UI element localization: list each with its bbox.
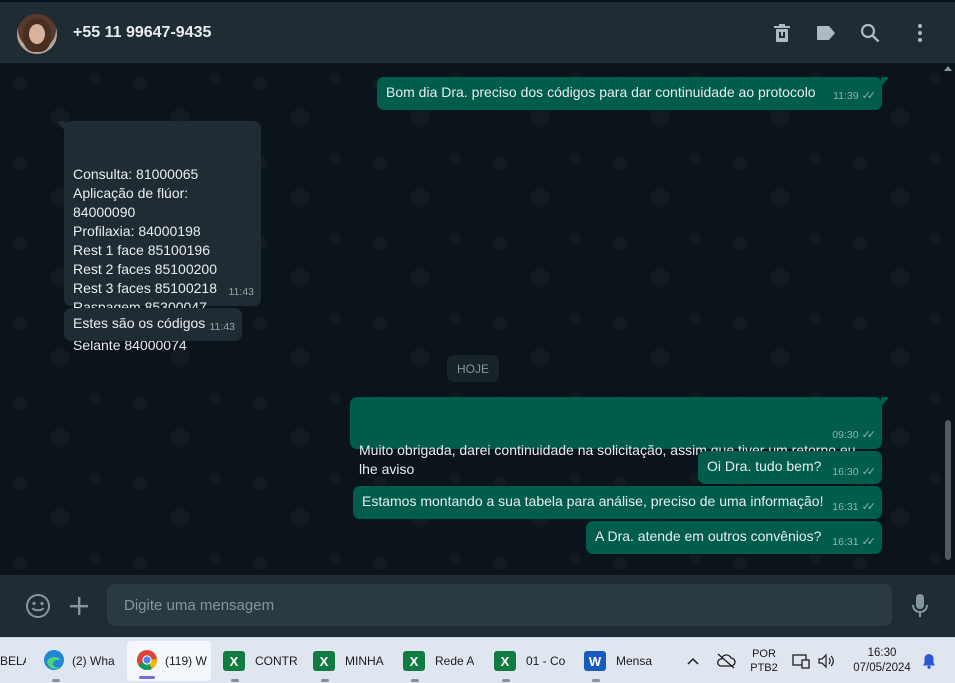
- message-text: Bom dia Dra. preciso dos códigos para da…: [386, 84, 816, 100]
- message-text: Estes são os códigos: [73, 315, 206, 331]
- attach-plus-icon[interactable]: [66, 593, 92, 619]
- read-checks-icon: ✓✓: [861, 536, 877, 548]
- day-separator: HOJE: [447, 355, 499, 382]
- language-indicator[interactable]: POR PTB2: [746, 638, 782, 683]
- taskbar-item-bela[interactable]: BELA: [0, 638, 26, 683]
- contact-name[interactable]: +55 11 99647-9435: [73, 24, 211, 42]
- word-icon: W: [584, 651, 606, 671]
- message-time: 16:30: [832, 466, 859, 478]
- read-checks-icon: ✓✓: [861, 90, 877, 102]
- message-bubble[interactable]: Oi Dra. tudo bem? 16:30 ✓✓: [698, 451, 882, 484]
- chat-header: +55 11 99647-9435: [0, 0, 955, 63]
- read-checks-icon: ✓✓: [861, 501, 877, 513]
- notification-bell-icon[interactable]: [919, 638, 939, 683]
- message-bubble[interactable]: Estamos montando a sua tabela para análi…: [353, 486, 882, 519]
- message-composer: [0, 575, 955, 637]
- message-time: 16:31: [832, 501, 859, 513]
- label-icon[interactable]: [815, 22, 837, 44]
- excel-icon: X: [313, 651, 335, 671]
- edge-icon: [42, 648, 66, 675]
- chevron-up-icon[interactable]: [683, 638, 703, 683]
- read-checks-icon: ✓✓: [861, 466, 877, 478]
- message-input[interactable]: [107, 584, 892, 626]
- message-time: 16:31: [832, 536, 859, 548]
- windows-taskbar: BELA (2) Wha (119) W X CONTR X MINHA: [0, 637, 955, 683]
- excel-icon: X: [494, 651, 516, 671]
- taskbar-item-edge[interactable]: (2) Wha: [42, 638, 118, 683]
- taskbar-item-chrome[interactable]: (119) W: [127, 641, 211, 681]
- read-checks-icon: ✓✓: [861, 429, 877, 441]
- message-time: 09:30: [832, 429, 859, 441]
- message-text: Estamos montando a sua tabela para análi…: [362, 493, 824, 509]
- message-text: A Dra. atende em outros convênios?: [595, 528, 822, 544]
- message-bubble[interactable]: Muito obrigada, darei continuidade na so…: [350, 397, 889, 477]
- chat-scrollbar[interactable]: [945, 420, 951, 560]
- taskbar-item-excel-contr[interactable]: X CONTR: [223, 638, 299, 683]
- emoji-icon[interactable]: [25, 593, 51, 619]
- cloud-offline-icon[interactable]: [714, 638, 738, 683]
- volume-icon[interactable]: [815, 638, 837, 683]
- delete-icon[interactable]: [771, 22, 793, 44]
- microphone-icon[interactable]: [907, 593, 933, 619]
- message-time: 11:39: [833, 90, 859, 102]
- contact-avatar[interactable]: [17, 14, 57, 54]
- message-time: 11:43: [209, 321, 236, 333]
- taskbar-item-excel-minha[interactable]: X MINHA: [313, 638, 389, 683]
- message-list[interactable]: Bom dia Dra. preciso dos códigos para da…: [0, 63, 955, 575]
- message-bubble[interactable]: Estes são os códigos 11:43: [64, 308, 242, 341]
- message-bubble[interactable]: A Dra. atende em outros convênios? 16:31…: [586, 521, 882, 554]
- message-bubble[interactable]: Consulta: 81000065 Aplicação de flúor: 8…: [57, 121, 261, 353]
- system-clock[interactable]: 16:30 07/05/2024: [845, 638, 919, 683]
- message-bubble[interactable]: Bom dia Dra. preciso dos códigos para da…: [377, 77, 889, 110]
- whatsapp-window: +55 11 99647-9435 Bom dia Dra. preciso d…: [0, 0, 955, 683]
- menu-icon[interactable]: [909, 22, 931, 44]
- search-icon[interactable]: [859, 22, 881, 44]
- taskbar-item-excel-01[interactable]: X 01 - Co: [494, 638, 570, 683]
- taskbar-item-word[interactable]: W Mensa: [584, 638, 658, 683]
- scroll-up-icon[interactable]: [944, 66, 952, 71]
- monitor-network-icon[interactable]: [791, 638, 811, 683]
- excel-icon: X: [403, 651, 425, 671]
- chrome-icon: [135, 648, 159, 675]
- message-text: Oi Dra. tudo bem?: [707, 458, 822, 474]
- taskbar-item-excel-rede[interactable]: X Rede A: [403, 638, 479, 683]
- message-time: 11:43: [228, 286, 255, 298]
- excel-icon: X: [223, 651, 245, 671]
